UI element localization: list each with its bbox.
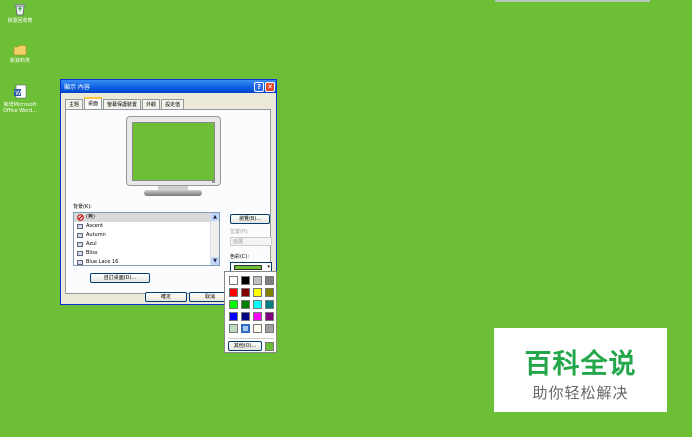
- none-icon: [77, 214, 84, 221]
- watermark-logo: 百科全说 助你轻松解决: [494, 328, 667, 412]
- color-swatch[interactable]: [253, 324, 262, 333]
- desktop-icon-recycle-bin[interactable]: 資源回收筒: [0, 2, 40, 24]
- desktop-icon-label: 新增Microsoft Office Word...: [3, 102, 37, 114]
- window-edge: [495, 0, 650, 2]
- position-value: 延展: [233, 239, 244, 245]
- color-swatch[interactable]: [229, 288, 238, 297]
- desktop-icon-word-document[interactable]: W 新增Microsoft Office Word...: [0, 84, 40, 114]
- color-swatch[interactable]: [241, 324, 250, 333]
- color-swatch[interactable]: [241, 288, 250, 297]
- dialog-titlebar[interactable]: 顯示 內容 ? ✕: [61, 80, 276, 93]
- scroll-up-icon[interactable]: ▲: [211, 213, 219, 221]
- image-file-icon: [77, 233, 83, 238]
- color-swatch[interactable]: [265, 300, 274, 309]
- desktop-icon-label: 資源回收筒: [7, 18, 33, 24]
- monitor-preview: [126, 116, 221, 186]
- close-button[interactable]: ✕: [265, 81, 275, 92]
- list-item[interactable]: Azul: [74, 240, 219, 249]
- color-swatch[interactable]: [265, 288, 274, 297]
- monitor-base: [144, 190, 202, 196]
- list-scrollbar[interactable]: ▲ ▼: [210, 213, 219, 265]
- current-color-cell: [265, 342, 274, 351]
- color-swatch[interactable]: [253, 288, 262, 297]
- desktop-icon-label: 新資料夾: [9, 58, 30, 64]
- folder-icon: [13, 45, 27, 56]
- palette-divider: [228, 338, 274, 339]
- list-item[interactable]: Bliss: [74, 249, 219, 258]
- background-label: 背景(K):: [73, 204, 92, 210]
- image-file-icon: [77, 242, 83, 247]
- list-item[interactable]: Blue Lace 16: [74, 258, 219, 265]
- help-button[interactable]: ?: [254, 81, 264, 92]
- image-file-icon: [77, 224, 83, 229]
- color-swatch[interactable]: [253, 276, 262, 285]
- position-label: 位置(P):: [230, 229, 249, 235]
- color-swatch[interactable]: [229, 300, 238, 309]
- color-swatch[interactable]: [241, 300, 250, 309]
- desktop-icon-folder[interactable]: 新資料夾: [0, 44, 40, 64]
- watermark-title: 百科全说: [524, 349, 637, 380]
- background-list[interactable]: (無) Ascent Autumn Azul Bliss Blue Lace 1…: [73, 212, 220, 266]
- color-swatch[interactable]: [229, 276, 238, 285]
- color-swatch[interactable]: [265, 276, 274, 285]
- color-swatch[interactable]: [265, 324, 274, 333]
- chevron-down-icon: ▾: [267, 264, 270, 270]
- color-palette-popup: 其他(O)...: [224, 271, 277, 353]
- recycle-bin-icon: [14, 4, 26, 16]
- svg-text:W: W: [15, 90, 21, 97]
- color-swatch[interactable]: [265, 312, 274, 321]
- desktop-tab-panel: 背景(K): (無) Ascent Autumn Azul Bliss Blue…: [65, 109, 272, 294]
- color-swatch[interactable]: [253, 300, 262, 309]
- color-swatch[interactable]: [241, 276, 250, 285]
- other-colors-button[interactable]: 其他(O)...: [228, 341, 262, 351]
- image-file-icon: [77, 251, 83, 256]
- monitor-screen: [132, 122, 215, 181]
- browse-button[interactable]: 瀏覽(B)...: [230, 214, 270, 224]
- dialog-title: 顯示 內容: [64, 84, 90, 91]
- word-document-icon: W: [14, 84, 27, 99]
- list-item[interactable]: Ascent: [74, 222, 219, 231]
- current-color-swatch: [234, 265, 262, 270]
- list-item[interactable]: Autumn: [74, 231, 219, 240]
- watermark-subtitle: 助你轻松解决: [532, 384, 629, 402]
- color-swatch[interactable]: [229, 312, 238, 321]
- monitor-led: [212, 180, 215, 183]
- color-swatch[interactable]: [241, 312, 250, 321]
- image-file-icon: [77, 260, 83, 265]
- list-item[interactable]: (無): [74, 213, 219, 222]
- customize-desktop-button[interactable]: 自訂桌面(D)...: [90, 273, 150, 283]
- ok-button[interactable]: 確定: [145, 292, 187, 302]
- color-swatch[interactable]: [253, 312, 262, 321]
- scroll-down-icon[interactable]: ▼: [211, 257, 219, 265]
- position-select[interactable]: 延展: [230, 237, 272, 246]
- color-swatch[interactable]: [229, 324, 238, 333]
- color-label: 色彩(C):: [230, 254, 250, 260]
